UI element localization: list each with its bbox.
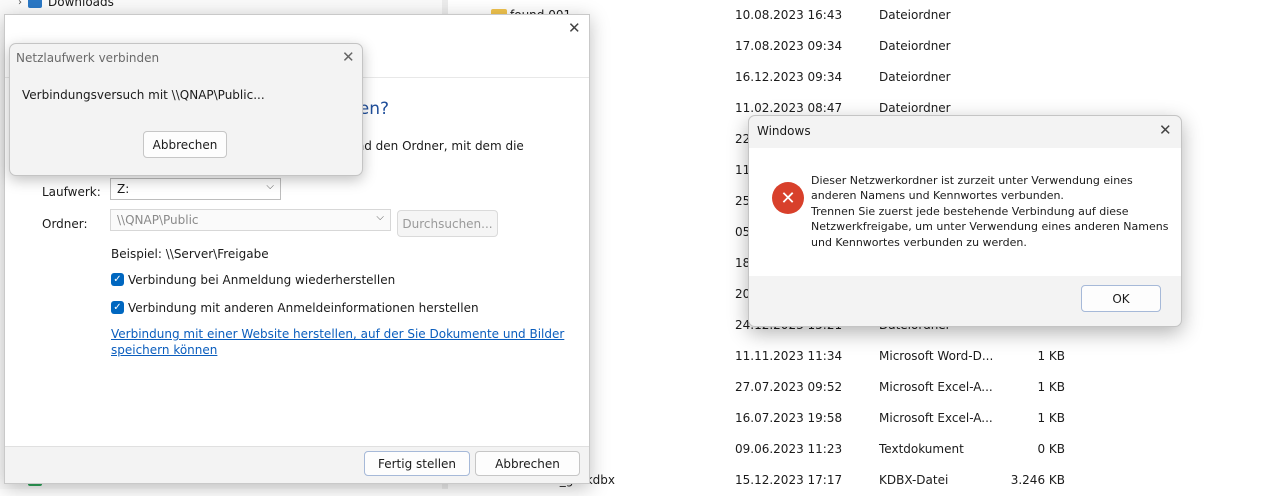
example-text: Beispiel: \\Server\Freigabe [111,247,269,261]
chevron-down-icon: ⌵ [266,181,274,192]
file-type: KDBX-Datei [879,473,949,487]
close-icon[interactable]: ✕ [1159,123,1172,138]
website-link[interactable]: Verbindung mit einer Website herstellen,… [111,326,564,358]
file-size: 0 KB [1037,442,1065,456]
file-type: Microsoft Excel-A... [879,380,993,394]
error-dialog-content: ✕ Dieser Netzwerkordner ist zurzeit unte… [749,148,1181,276]
progress-dialog-title: Netzlaufwerk verbinden [16,51,160,65]
browse-button[interactable]: Durchsuchen... [397,210,498,237]
error-icon: ✕ [772,182,804,214]
error-message-line: Trennen Sie zuerst jede bestehende Verbi… [811,205,1129,218]
file-date: 27.07.2023 09:52 [735,380,843,394]
file-size: 1 KB [1037,411,1065,425]
file-date: 16.12.2023 09:34 [735,70,843,84]
drive-value: Z: [117,182,130,196]
close-icon[interactable]: ✕ [568,21,581,36]
website-link-line1[interactable]: Verbindung mit einer Website herstellen,… [111,326,564,342]
file-type: Microsoft Excel-A... [879,411,993,425]
folder-value: \\QNAP\Public [117,213,199,227]
dialog-description: und den Ordner, mit dem die [349,139,524,153]
cancel-button[interactable]: Abbrechen [475,451,580,476]
website-link-line2[interactable]: speichern können [111,342,564,358]
file-size: 3.246 KB [1010,473,1065,487]
file-type: Textdokument [879,442,964,456]
file-date: 15.12.2023 17:17 [735,473,843,487]
error-message-line: Netzwerkfreigabe, um unter Verwendung ei… [811,220,1169,233]
connecting-progress-dialog: Netzlaufwerk verbinden ✕ Verbindungsvers… [9,43,363,176]
drive-select[interactable]: Z: ⌵ [110,178,281,200]
file-type: Dateiordner [879,70,951,84]
error-dialog-title: Windows [757,124,811,138]
file-date: 17.08.2023 09:34 [735,39,843,53]
nav-item-label: Downloads [48,0,114,9]
file-date: 16.07.2023 19:58 [735,411,843,425]
file-type: Dateiordner [879,39,951,53]
checkmark-icon: ✓ [113,302,122,313]
nav-item-downloads[interactable]: › Downloads [18,0,114,10]
file-date: 11.02.2023 08:47 [735,101,843,115]
windows-error-dialog: Windows ✕ ✕ Dieser Netzwerkordner ist zu… [748,115,1182,327]
downloads-icon [28,0,42,8]
folder-input[interactable]: \\QNAP\Public ⌵ [110,209,391,231]
error-message-line: anderen Namens und Kennwortes verbunden. [811,189,1064,202]
other-credentials-label[interactable]: Verbindung mit anderen Anmeldeinformatio… [128,301,479,315]
file-type: Microsoft Word-D... [879,349,994,363]
chevron-right-icon[interactable]: › [18,0,22,8]
file-date: 09.06.2023 11:23 [735,442,843,456]
checkmark-icon: ✓ [113,274,122,285]
chevron-down-icon: ⌵ [376,212,384,223]
ok-button[interactable]: OK [1081,285,1161,312]
progress-message: Verbindungsversuch mit \\QNAP\Public... [22,88,265,102]
reconnect-label[interactable]: Verbindung bei Anmeldung wiederherstelle… [128,273,395,287]
file-size: 1 KB [1037,349,1065,363]
file-size: 1 KB [1037,380,1065,394]
reconnect-checkbox[interactable]: ✓ [111,273,124,286]
file-date: 11.11.2023 11:34 [735,349,843,363]
finish-button[interactable]: Fertig stellen [364,451,470,476]
error-message-line: und Kennwortes verbunden zu werden. [811,236,1027,249]
file-type: Dateiordner [879,8,951,22]
error-message-line: Dieser Netzwerkordner ist zurzeit unter … [811,174,1133,187]
progress-cancel-button[interactable]: Abbrechen [143,131,227,158]
close-icon[interactable]: ✕ [342,50,355,65]
drive-label: Laufwerk: [42,185,101,199]
file-date: 10.08.2023 16:43 [735,8,843,22]
folder-label: Ordner: [42,217,88,231]
other-credentials-checkbox[interactable]: ✓ [111,301,124,314]
file-type: Dateiordner [879,101,951,115]
